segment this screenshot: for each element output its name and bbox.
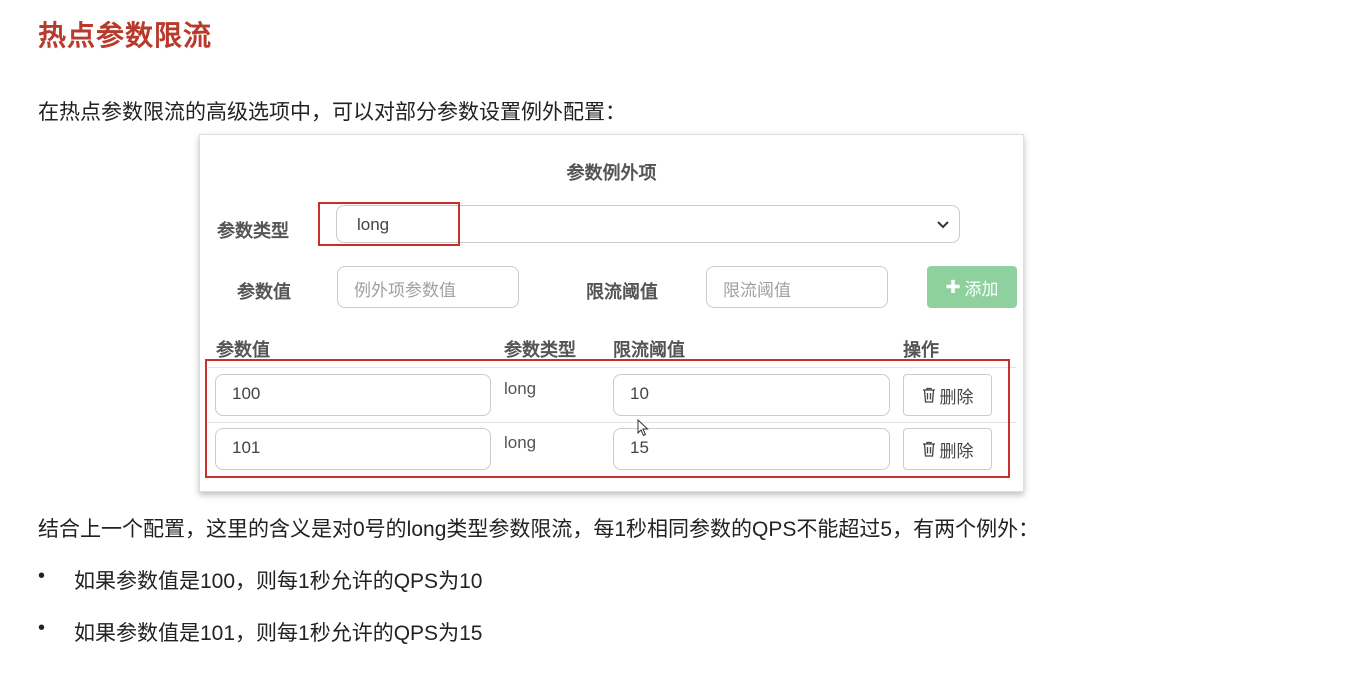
add-button-label: 添加 (964, 279, 999, 299)
bullet-text: 如果参数值是100，则每1秒允许的QPS为10 (74, 570, 483, 593)
threshold-label: 限流阈值 (586, 282, 658, 302)
param-type-label: 参数类型 (217, 221, 289, 241)
param-value-input[interactable]: 例外项参数值 (337, 266, 519, 308)
param-exception-panel: 参数例外项 参数类型 long 参数值 例外项参数值 限流阈值 限流阈值 ✚ 添… (199, 134, 1024, 492)
param-value-label: 参数值 (237, 282, 291, 302)
panel-title: 参数例外项 (566, 163, 657, 183)
bullet-dot: • (38, 565, 46, 587)
bullet-text: 如果参数值是101，则每1秒允许的QPS为15 (74, 622, 483, 645)
threshold-input[interactable]: 限流阈值 (706, 266, 888, 308)
exception-rows-highlight (205, 359, 1010, 478)
bullet-dot: • (38, 617, 46, 639)
plus-icon: ✚ (945, 276, 961, 297)
page-title: 热点参数限流 (38, 20, 213, 51)
summary-text: 结合上一个配置，这里的含义是对0号的long类型参数限流，每1秒相同参数的QPS… (38, 518, 1040, 541)
param-type-highlight (318, 202, 460, 246)
chevron-down-icon (937, 221, 949, 229)
mouse-cursor-icon (637, 419, 649, 437)
add-button[interactable]: ✚ 添加 (927, 266, 1017, 308)
intro-text: 在热点参数限流的高级选项中，可以对部分参数设置例外配置： (38, 101, 626, 124)
